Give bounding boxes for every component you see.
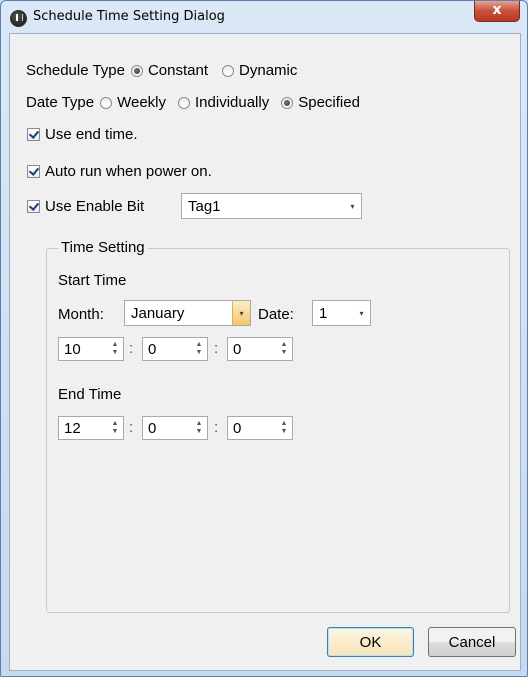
enable-bit-tag-select[interactable]: Tag1 ▾ [181,193,362,219]
month-value: January [131,304,185,322]
chevron-down-icon[interactable]: ▾ [344,194,361,218]
date-type-individually-radio[interactable] [178,96,191,109]
end-minute-spinner[interactable]: 0 ▲ ▼ [142,416,208,440]
spin-down-icon[interactable]: ▼ [196,428,203,436]
date-type-weekly-radio[interactable] [100,96,113,109]
dialog-window: Schedule Time Setting Dialog x Schedule … [0,0,528,677]
spin-down-icon[interactable]: ▼ [196,349,203,357]
month-select[interactable]: January ▾ [124,300,251,326]
date-label: Date: [258,306,294,323]
schedule-type-row: Schedule Type Constant Dynamic [26,62,297,79]
ok-button[interactable]: OK [327,627,414,657]
date-value: 1 [319,304,328,322]
spin-down-icon[interactable]: ▼ [281,428,288,436]
date-type-specified-label[interactable]: Specified [298,94,360,111]
schedule-type-constant-radio[interactable] [130,64,143,77]
spin-up-icon[interactable]: ▲ [281,420,288,428]
date-type-weekly-label[interactable]: Weekly [117,94,166,111]
chevron-down-icon[interactable]: ▾ [353,301,370,325]
auto-run-checkbox[interactable] [27,165,40,178]
start-second-value: 0 [233,340,242,358]
end-minute-value: 0 [148,419,157,437]
time-separator: : [129,419,134,436]
use-enable-bit-label[interactable]: Use Enable Bit [45,198,144,215]
use-end-time-label[interactable]: Use end time. [45,126,138,143]
end-hour-value: 12 [64,419,81,437]
title-bar[interactable]: Schedule Time Setting Dialog x [1,1,527,33]
window-title: Schedule Time Setting Dialog [33,9,225,24]
date-type-individually-label[interactable]: Individually [195,94,269,111]
spin-buttons[interactable]: ▲ ▼ [107,338,123,360]
schedule-type-constant-label[interactable]: Constant [148,62,208,79]
app-icon [10,10,27,27]
schedule-type-label: Schedule Type [26,62,125,79]
chevron-down-icon[interactable]: ▾ [232,301,250,325]
spin-up-icon[interactable]: ▲ [196,420,203,428]
spin-down-icon[interactable]: ▼ [281,349,288,357]
time-separator: : [129,340,134,357]
date-type-label: Date Type [26,94,95,111]
spin-up-icon[interactable]: ▲ [112,420,119,428]
spin-up-icon[interactable]: ▲ [112,341,119,349]
start-second-spinner[interactable]: 0 ▲ ▼ [227,337,293,361]
start-hour-spinner[interactable]: 10 ▲ ▼ [58,337,124,361]
time-separator: : [214,419,219,436]
end-second-spinner[interactable]: 0 ▲ ▼ [227,416,293,440]
month-label: Month: [58,306,104,323]
schedule-type-dynamic-label[interactable]: Dynamic [239,62,297,79]
end-second-value: 0 [233,419,242,437]
dialog-client-area: Schedule Type Constant Dynamic Date Type… [9,33,521,671]
start-hour-value: 10 [64,340,81,358]
spin-buttons[interactable]: ▲ ▼ [191,417,207,439]
date-type-row: Date Type Weekly Individually Specified [26,94,360,111]
date-select[interactable]: 1 ▾ [312,300,371,326]
spin-down-icon[interactable]: ▼ [112,428,119,436]
cancel-button[interactable]: Cancel [428,627,516,657]
use-end-time-checkbox[interactable] [27,128,40,141]
date-type-specified-radio[interactable] [281,96,294,109]
spin-buttons[interactable]: ▲ ▼ [191,338,207,360]
schedule-type-dynamic-radio[interactable] [222,64,235,77]
start-minute-spinner[interactable]: 0 ▲ ▼ [142,337,208,361]
end-hour-spinner[interactable]: 12 ▲ ▼ [58,416,124,440]
use-enable-bit-row: Use Enable Bit [27,198,144,215]
spin-down-icon[interactable]: ▼ [112,349,119,357]
spin-buttons[interactable]: ▲ ▼ [107,417,123,439]
enable-bit-tag-value: Tag1 [188,197,221,215]
spin-up-icon[interactable]: ▲ [281,341,288,349]
close-button[interactable]: x [474,1,520,22]
spin-buttons[interactable]: ▲ ▼ [276,417,292,439]
use-enable-bit-checkbox[interactable] [27,200,40,213]
use-end-time-row: Use end time. [27,126,138,143]
start-minute-value: 0 [148,340,157,358]
spin-up-icon[interactable]: ▲ [196,341,203,349]
time-setting-group-label: Time Setting [58,239,148,256]
start-time-label: Start Time [58,272,127,289]
time-separator: : [214,340,219,357]
auto-run-label[interactable]: Auto run when power on. [45,163,212,180]
end-time-label: End Time [58,386,122,403]
auto-run-row: Auto run when power on. [27,163,212,180]
spin-buttons[interactable]: ▲ ▼ [276,338,292,360]
